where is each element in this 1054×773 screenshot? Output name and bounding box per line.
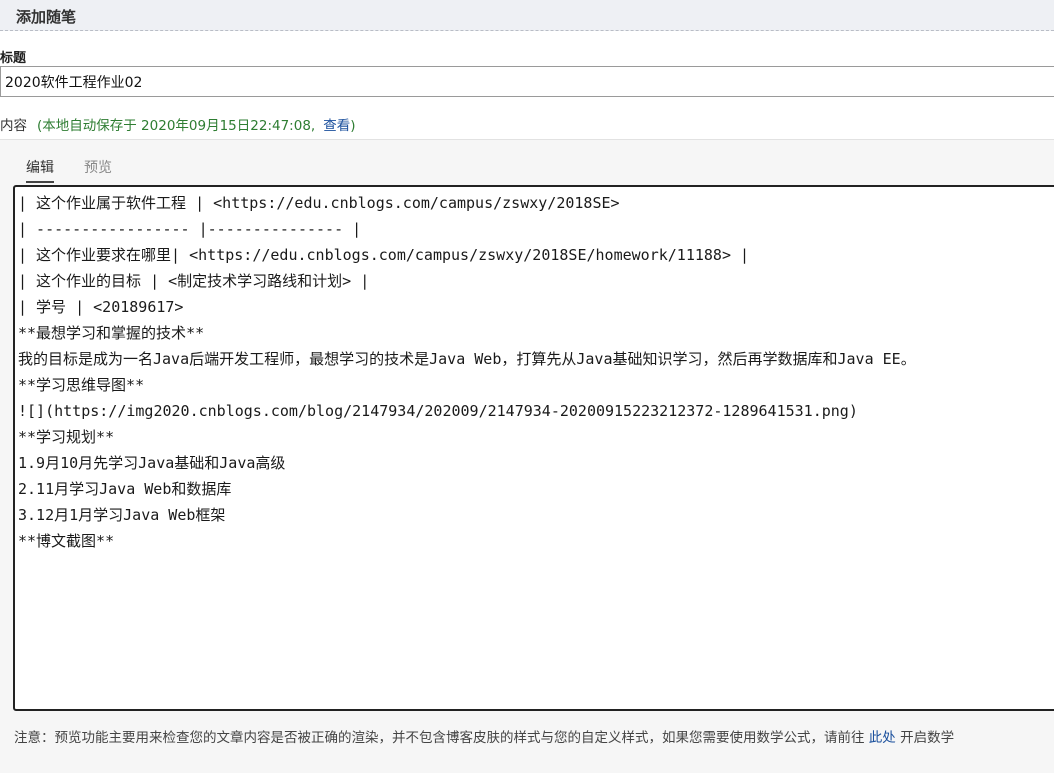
autosave-status: (本地自动保存于 2020年09月15日22:47:08, 查看): [37, 118, 355, 134]
editor-panel: 编辑 预览 | 这个作业属于软件工程 | <https://edu.cnblog…: [0, 139, 1054, 773]
tab-preview[interactable]: 预览: [84, 157, 112, 177]
autosave-view-link[interactable]: 查看: [323, 118, 350, 134]
autosave-suffix: ): [350, 118, 356, 134]
note-suffix: 开启数学: [900, 730, 955, 746]
title-input[interactable]: [0, 66, 1054, 97]
title-label: 标题: [0, 51, 27, 66]
content-editor[interactable]: | 这个作业属于软件工程 | <https://edu.cnblogs.com/…: [13, 185, 1054, 711]
note-text: 注意：预览功能主要用来检查您的文章内容是否被正确的渲染，并不包含博客皮肤的样式与…: [14, 730, 865, 746]
content-row: 内容 (本地自动保存于 2020年09月15日22:47:08, 查看): [0, 114, 355, 134]
page-header: 添加随笔: [0, 0, 1054, 31]
autosave-text: (本地自动保存于 2020年09月15日22:47:08,: [37, 118, 316, 134]
math-settings-link[interactable]: 此处: [869, 730, 896, 746]
tab-edit[interactable]: 编辑: [26, 157, 54, 183]
content-label: 内容: [0, 118, 27, 134]
preview-note: 注意：预览功能主要用来检查您的文章内容是否被正确的渲染，并不包含博客皮肤的样式与…: [14, 726, 954, 746]
page-title: 添加随笔: [16, 8, 77, 26]
